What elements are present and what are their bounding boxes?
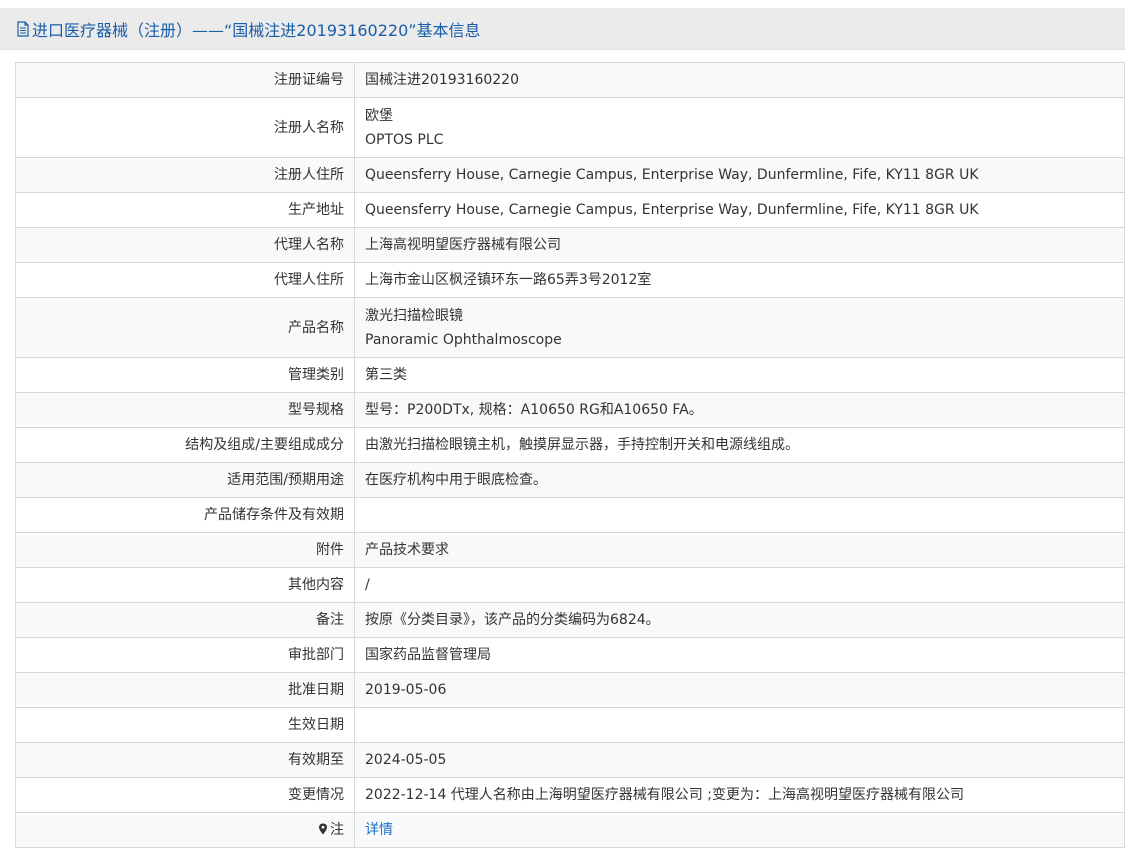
- row-value: 产品技术要求: [354, 532, 1125, 568]
- table-row: 附件 产品技术要求: [15, 532, 1125, 568]
- row-value-line: 激光扫描检眼镜: [365, 307, 463, 324]
- row-value: 激光扫描检眼镜 Panoramic Ophthalmoscope: [354, 297, 1125, 358]
- table-row: 代理人住所 上海市金山区枫泾镇环东一路65弄3号2012室: [15, 262, 1125, 298]
- table-row: 产品名称 激光扫描检眼镜 Panoramic Ophthalmoscope: [15, 297, 1125, 358]
- row-value: 详情: [354, 812, 1125, 848]
- top-gap: [0, 0, 1125, 8]
- table-row: 注 详情: [15, 812, 1125, 848]
- row-value: 第三类: [354, 357, 1125, 393]
- row-value: 由激光扫描检眼镜主机，触摸屏显示器，手持控制开关和电源线组成。: [354, 427, 1125, 463]
- table-row: 注册人住所 Queensferry House, Carnegie Campus…: [15, 157, 1125, 193]
- row-value: [354, 497, 1125, 533]
- page-title-text: 进口医疗器械（注册）——“国械注进20193160220”基本信息: [32, 20, 481, 40]
- header-bar: 进口医疗器械（注册）——“国械注进20193160220”基本信息: [0, 8, 1125, 50]
- row-value: 型号：P200DTx, 规格：A10650 RG和A10650 FA。: [354, 392, 1125, 428]
- row-value-line: 欧堡: [365, 107, 393, 124]
- row-value: Queensferry House, Carnegie Campus, Ente…: [354, 192, 1125, 228]
- row-label: 生产地址: [15, 192, 355, 228]
- row-value: 2022-12-14 代理人名称由上海明望医疗器械有限公司 ;变更为：上海高视明…: [354, 777, 1125, 813]
- table-row: 生产地址 Queensferry House, Carnegie Campus,…: [15, 192, 1125, 228]
- row-label: 附件: [15, 532, 355, 568]
- row-label: 管理类别: [15, 357, 355, 393]
- row-label: 生效日期: [15, 707, 355, 743]
- row-label: 型号规格: [15, 392, 355, 428]
- row-value: Queensferry House, Carnegie Campus, Ente…: [354, 157, 1125, 193]
- table-row: 代理人名称 上海高视明望医疗器械有限公司: [15, 227, 1125, 263]
- table-row: 有效期至 2024-05-05: [15, 742, 1125, 778]
- row-value: 在医疗机构中用于眼底检查。: [354, 462, 1125, 498]
- row-label: 适用范围/预期用途: [15, 462, 355, 498]
- table-row: 型号规格 型号：P200DTx, 规格：A10650 RG和A10650 FA。: [15, 392, 1125, 428]
- row-value: 国械注进20193160220: [354, 62, 1125, 98]
- row-value: 欧堡 OPTOS PLC: [354, 97, 1125, 158]
- table-row: 变更情况 2022-12-14 代理人名称由上海明望医疗器械有限公司 ;变更为：…: [15, 777, 1125, 813]
- table-row: 其他内容 /: [15, 567, 1125, 603]
- row-label: 备注: [15, 602, 355, 638]
- row-value: 2019-05-06: [354, 672, 1125, 708]
- table-row: 备注 按原《分类目录》，该产品的分类编码为6824。: [15, 602, 1125, 638]
- row-value: 上海高视明望医疗器械有限公司: [354, 227, 1125, 263]
- row-label: 有效期至: [15, 742, 355, 778]
- pin-icon: [319, 823, 327, 835]
- table-row: 生效日期: [15, 707, 1125, 743]
- row-label: 产品储存条件及有效期: [15, 497, 355, 533]
- row-label: 代理人名称: [15, 227, 355, 263]
- table-row: 适用范围/预期用途 在医疗机构中用于眼底检查。: [15, 462, 1125, 498]
- info-table-wrap: 注册证编号 国械注进20193160220 注册人名称 欧堡 OPTOS PLC…: [15, 62, 1125, 848]
- note-label-text: 注: [330, 822, 344, 838]
- row-value: [354, 707, 1125, 743]
- row-label: 其他内容: [15, 567, 355, 603]
- row-label: 注册证编号: [15, 62, 355, 98]
- row-value: /: [354, 567, 1125, 603]
- row-value: 国家药品监督管理局: [354, 637, 1125, 673]
- row-label: 审批部门: [15, 637, 355, 673]
- details-link[interactable]: 详情: [365, 822, 393, 838]
- row-label: 代理人住所: [15, 262, 355, 298]
- row-value: 按原《分类目录》，该产品的分类编码为6824。: [354, 602, 1125, 638]
- table-row: 批准日期 2019-05-06: [15, 672, 1125, 708]
- note-label: 注: [15, 812, 355, 848]
- page-title: 进口医疗器械（注册）——“国械注进20193160220”基本信息: [16, 17, 481, 41]
- row-label: 注册人住所: [15, 157, 355, 193]
- table-row: 注册证编号 国械注进20193160220: [15, 62, 1125, 98]
- row-label: 注册人名称: [15, 97, 355, 158]
- document-icon: [17, 20, 29, 37]
- row-label: 结构及组成/主要组成成分: [15, 427, 355, 463]
- table-row: 产品储存条件及有效期: [15, 497, 1125, 533]
- row-label: 变更情况: [15, 777, 355, 813]
- table-row: 结构及组成/主要组成成分 由激光扫描检眼镜主机，触摸屏显示器，手持控制开关和电源…: [15, 427, 1125, 463]
- table-row: 管理类别 第三类: [15, 357, 1125, 393]
- table-row: 注册人名称 欧堡 OPTOS PLC: [15, 97, 1125, 158]
- row-label: 产品名称: [15, 297, 355, 358]
- row-value-line: OPTOS PLC: [365, 131, 444, 148]
- row-value: 2024-05-05: [354, 742, 1125, 778]
- table-row: 审批部门 国家药品监督管理局: [15, 637, 1125, 673]
- info-table: 注册证编号 国械注进20193160220 注册人名称 欧堡 OPTOS PLC…: [15, 62, 1125, 848]
- row-label: 批准日期: [15, 672, 355, 708]
- row-value: 上海市金山区枫泾镇环东一路65弄3号2012室: [354, 262, 1125, 298]
- row-value-line: Panoramic Ophthalmoscope: [365, 331, 562, 348]
